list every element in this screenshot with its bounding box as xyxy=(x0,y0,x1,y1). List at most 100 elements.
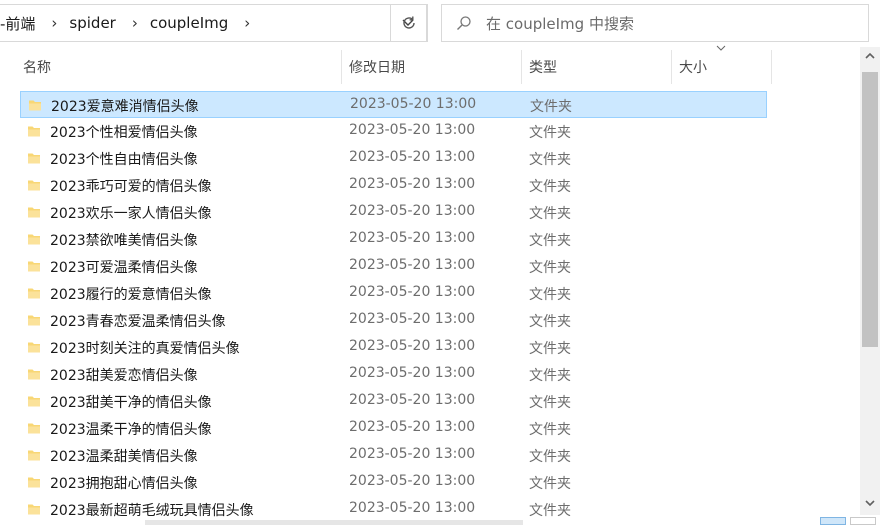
file-type: 文件夹 xyxy=(529,368,571,384)
folder-icon xyxy=(28,126,40,137)
file-row[interactable]: 2023青春恋爱温柔情侣头像 2023-05-20 13:00 文件夹 xyxy=(20,307,767,334)
file-type: 文件夹 xyxy=(529,503,571,519)
sort-chevron-down-icon xyxy=(716,45,726,51)
file-type: 文件夹 xyxy=(529,206,571,222)
column-divider[interactable] xyxy=(341,50,342,84)
file-type: 文件夹 xyxy=(529,260,571,276)
breadcrumb-separator-icon[interactable]: › xyxy=(120,14,150,32)
vertical-scroll-thumb[interactable] xyxy=(862,72,878,347)
folder-icon xyxy=(28,207,40,218)
file-modified-date: 2023-05-20 13:00 xyxy=(349,365,476,381)
folder-icon xyxy=(28,450,40,461)
file-name: 2023禁欲唯美情侣头像 xyxy=(50,233,198,249)
file-modified-date: 2023-05-20 13:00 xyxy=(349,473,476,489)
column-divider[interactable] xyxy=(771,50,772,84)
folder-icon xyxy=(28,234,40,245)
file-modified-date: 2023-05-20 13:00 xyxy=(349,338,476,354)
folder-icon xyxy=(28,342,40,353)
file-row[interactable]: 2023爱意难消情侣头像 2023-05-20 13:00 文件夹 xyxy=(20,91,767,118)
file-row[interactable]: 2023禁欲唯美情侣头像 2023-05-20 13:00 文件夹 xyxy=(20,226,767,253)
column-header-name[interactable]: 名称 xyxy=(23,50,51,84)
file-type: 文件夹 xyxy=(529,422,571,438)
file-type: 文件夹 xyxy=(529,341,571,357)
folder-icon xyxy=(28,315,40,326)
file-modified-date: 2023-05-20 13:00 xyxy=(349,230,476,246)
breadcrumb-separator-icon[interactable]: › xyxy=(232,14,262,32)
search-icon xyxy=(442,15,486,31)
icons-view-toggle[interactable] xyxy=(850,517,876,525)
breadcrumb-frontend[interactable]: -前端 xyxy=(0,13,39,34)
file-name: 2023最新超萌毛绒玩具情侣头像 xyxy=(50,503,254,519)
file-name: 2023爱意难消情侣头像 xyxy=(51,99,199,115)
breadcrumb-coupleimg[interactable]: coupleImg xyxy=(150,14,232,32)
file-row[interactable]: 2023甜美干净的情侣头像 2023-05-20 13:00 文件夹 xyxy=(20,388,767,415)
address-bar[interactable]: -前端 › spider › coupleImg › xyxy=(0,4,427,42)
folder-icon xyxy=(28,369,40,380)
folder-icon xyxy=(28,261,40,272)
scroll-down-arrow-icon[interactable] xyxy=(865,499,875,507)
file-row[interactable]: 2023乖巧可爱的情侣头像 2023-05-20 13:00 文件夹 xyxy=(20,172,767,199)
horizontal-scroll-thumb[interactable] xyxy=(145,520,523,525)
folder-icon xyxy=(28,423,40,434)
file-modified-date: 2023-05-20 13:00 xyxy=(349,257,476,273)
column-header-modified[interactable]: 修改日期 xyxy=(349,50,405,84)
file-name: 2023温柔干净的情侣头像 xyxy=(50,422,212,438)
folder-icon xyxy=(28,288,40,299)
file-name: 2023青春恋爱温柔情侣头像 xyxy=(50,314,226,330)
file-row[interactable]: 2023时刻关注的真爱情侣头像 2023-05-20 13:00 文件夹 xyxy=(20,334,767,361)
file-name: 2023可爱温柔情侣头像 xyxy=(50,260,198,276)
column-header-type[interactable]: 类型 xyxy=(529,50,557,84)
file-modified-date: 2023-05-20 13:00 xyxy=(349,500,476,516)
refresh-icon xyxy=(403,16,415,29)
file-type: 文件夹 xyxy=(529,125,571,141)
search-placeholder[interactable]: 在 coupleImg 中搜索 xyxy=(486,13,634,34)
file-modified-date: 2023-05-20 13:00 xyxy=(349,446,476,462)
file-row[interactable]: 2023温柔甜美情侣头像 2023-05-20 13:00 文件夹 xyxy=(20,442,767,469)
file-row[interactable]: 2023可爱温柔情侣头像 2023-05-20 13:00 文件夹 xyxy=(20,253,767,280)
file-name: 2023履行的爱意情侣头像 xyxy=(50,287,212,303)
file-name: 2023甜美干净的情侣头像 xyxy=(50,395,212,411)
details-view-toggle[interactable] xyxy=(820,517,846,525)
file-type: 文件夹 xyxy=(529,152,571,168)
file-row[interactable]: 2023个性相爱情侣头像 2023-05-20 13:00 文件夹 xyxy=(20,118,767,145)
folder-icon xyxy=(29,100,41,111)
file-row[interactable]: 2023欢乐一家人情侣头像 2023-05-20 13:00 文件夹 xyxy=(20,199,767,226)
file-type: 文件夹 xyxy=(529,314,571,330)
file-row[interactable]: 2023履行的爱意情侣头像 2023-05-20 13:00 文件夹 xyxy=(20,280,767,307)
file-type: 文件夹 xyxy=(529,395,571,411)
file-row[interactable]: 2023最新超萌毛绒玩具情侣头像 2023-05-20 13:00 文件夹 xyxy=(20,496,767,523)
folder-icon xyxy=(28,504,40,515)
breadcrumb-separator-icon[interactable]: › xyxy=(39,14,69,32)
column-divider[interactable] xyxy=(671,50,672,84)
folder-icon xyxy=(28,180,40,191)
file-name: 2023甜美爱恋情侣头像 xyxy=(50,368,198,384)
file-row[interactable]: 2023拥抱甜心情侣头像 2023-05-20 13:00 文件夹 xyxy=(20,469,767,496)
file-modified-date: 2023-05-20 13:00 xyxy=(349,203,476,219)
search-box[interactable]: 在 coupleImg 中搜索 xyxy=(441,4,869,42)
file-type: 文件夹 xyxy=(529,476,571,492)
folder-icon xyxy=(28,396,40,407)
breadcrumb-spider[interactable]: spider xyxy=(69,14,119,32)
column-header-row: 名称 修改日期 类型 大小 xyxy=(0,50,860,84)
column-header-size[interactable]: 大小 xyxy=(679,50,707,84)
scroll-up-arrow-icon[interactable] xyxy=(865,52,875,60)
file-modified-date: 2023-05-20 13:00 xyxy=(349,311,476,327)
file-modified-date: 2023-05-20 13:00 xyxy=(349,284,476,300)
vertical-scrollbar[interactable] xyxy=(860,47,880,515)
refresh-button[interactable] xyxy=(390,4,428,42)
file-type: 文件夹 xyxy=(529,233,571,249)
file-type: 文件夹 xyxy=(529,449,571,465)
file-modified-date: 2023-05-20 13:00 xyxy=(349,176,476,192)
folder-icon xyxy=(28,477,40,488)
file-row[interactable]: 2023温柔干净的情侣头像 2023-05-20 13:00 文件夹 xyxy=(20,415,767,442)
file-type: 文件夹 xyxy=(529,287,571,303)
file-row[interactable]: 2023甜美爱恋情侣头像 2023-05-20 13:00 文件夹 xyxy=(20,361,767,388)
file-modified-date: 2023-05-20 13:00 xyxy=(349,419,476,435)
file-modified-date: 2023-05-20 13:00 xyxy=(350,96,477,112)
file-name: 2023欢乐一家人情侣头像 xyxy=(50,206,212,222)
folder-icon xyxy=(28,153,40,164)
file-modified-date: 2023-05-20 13:00 xyxy=(349,149,476,165)
file-row[interactable]: 2023个性自由情侣头像 2023-05-20 13:00 文件夹 xyxy=(20,145,767,172)
file-name: 2023温柔甜美情侣头像 xyxy=(50,449,198,465)
column-divider[interactable] xyxy=(521,50,522,84)
